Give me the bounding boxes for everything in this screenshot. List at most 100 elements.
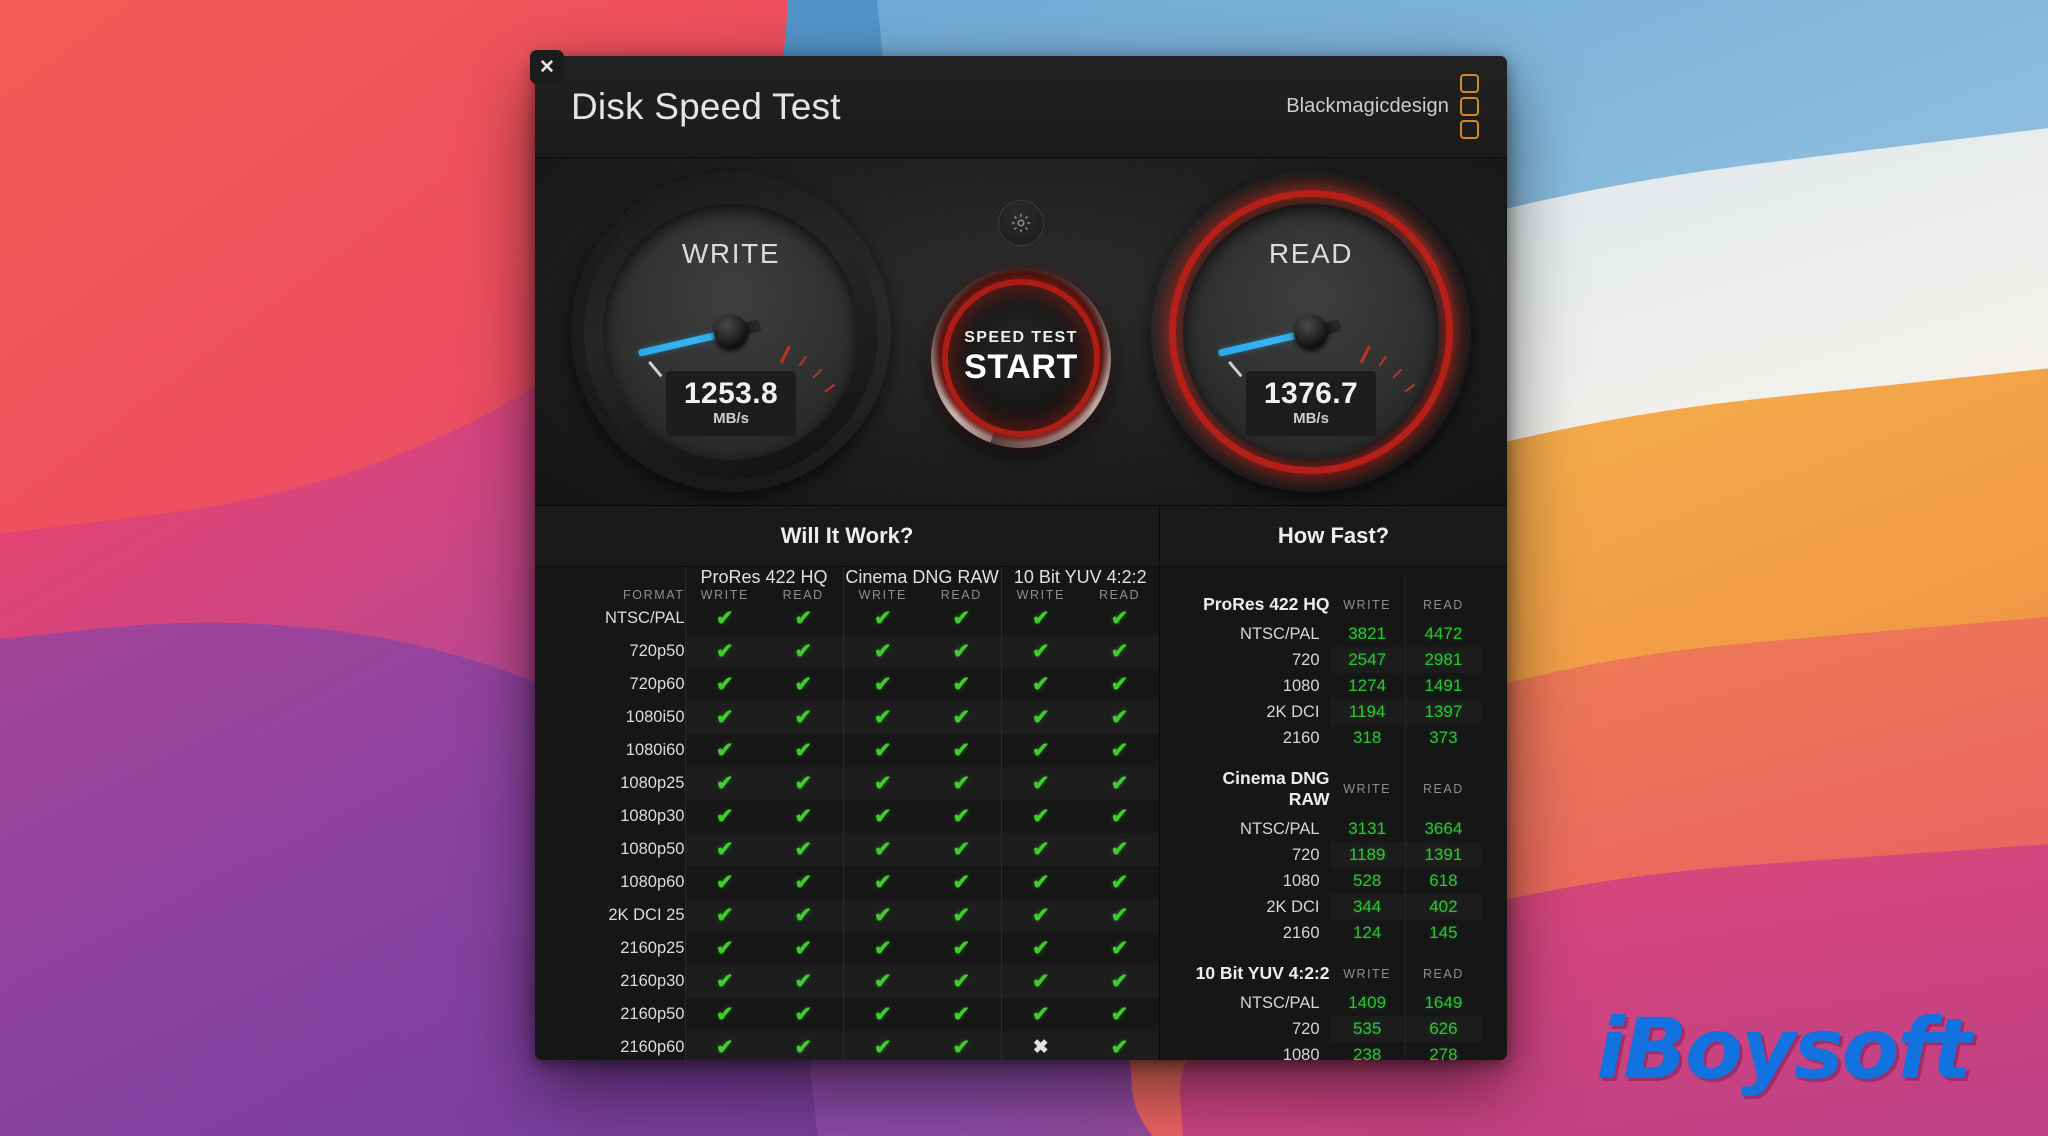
table-row: 2160p30 ✔ ✔ ✔ ✔ ✔ ✔ — [535, 965, 1159, 998]
check-glyph: ✔ — [794, 640, 813, 663]
write-unit: MB/s — [713, 410, 749, 427]
table-row: 720 535 626 — [1178, 1016, 1482, 1042]
start-button-face: SPEED TEST START — [942, 279, 1100, 437]
check-glyph: ✔ — [1110, 805, 1129, 828]
check-glyph: ✔ — [1031, 937, 1050, 960]
check-glyph: ✔ — [715, 871, 734, 894]
table-row: 2160 124 145 — [1178, 920, 1482, 946]
check-icon: ✔ — [684, 800, 764, 833]
check-icon: ✔ — [1000, 701, 1081, 734]
check-glyph: ✔ — [952, 1036, 971, 1059]
check-glyph: ✔ — [1110, 970, 1129, 993]
will-it-work-header: ProRes 422 HQ Cinema DNG RAW 10 Bit YUV … — [535, 567, 1160, 602]
write-speed-value: 1189 — [1330, 842, 1406, 868]
check-icon: ✔ — [922, 635, 1001, 668]
check-glyph: ✔ — [873, 739, 892, 762]
resolution-label: 1080 — [1282, 676, 1320, 695]
check-glyph: ✔ — [1110, 871, 1129, 894]
check-icon: ✔ — [764, 833, 843, 866]
check-icon: ✔ — [922, 602, 1001, 635]
check-icon: ✔ — [842, 965, 922, 998]
check-icon: ✔ — [1080, 701, 1159, 734]
resolution-label: NTSC/PAL — [1240, 624, 1320, 643]
table-row: 2160p60 ✔ ✔ ✔ ✔ ✖ ✔ — [535, 1031, 1159, 1060]
check-icon: ✔ — [842, 701, 922, 734]
table-row: 2160p50 ✔ ✔ ✔ ✔ ✔ ✔ — [535, 998, 1159, 1031]
speed-test-start-button[interactable]: SPEED TEST START — [931, 268, 1111, 448]
read-speed-value: 278 — [1404, 1042, 1482, 1060]
check-glyph: ✔ — [1031, 838, 1050, 861]
write-gauge-dial: WRITE 1253.8 MB/s — [603, 204, 859, 460]
check-icon: ✔ — [1080, 635, 1159, 668]
read-speed-value: 1397 — [1404, 699, 1482, 725]
check-icon: ✔ — [764, 899, 843, 932]
codec-name: ProRes 422 HQ — [1203, 594, 1330, 614]
check-glyph: ✔ — [873, 673, 892, 696]
will-it-work-table: ProRes 422 HQ Cinema DNG RAW 10 Bit YUV … — [535, 567, 1160, 1060]
check-glyph: ✔ — [873, 1036, 892, 1059]
table-row: 1080p30 ✔ ✔ ✔ ✔ ✔ ✔ — [535, 800, 1159, 833]
check-icon: ✔ — [764, 800, 843, 833]
codec-header: ProRes 422 HQ — [684, 567, 843, 588]
check-glyph: ✔ — [1031, 673, 1050, 696]
check-icon: ✔ — [922, 998, 1001, 1031]
check-icon: ✔ — [1080, 1031, 1159, 1060]
check-glyph: ✔ — [1031, 1003, 1050, 1026]
check-glyph: ✔ — [952, 1003, 971, 1026]
check-icon: ✔ — [922, 668, 1001, 701]
table-row: NTSC/PAL ✔ ✔ ✔ ✔ ✔ ✔ — [535, 602, 1159, 635]
read-speed-value: 3664 — [1404, 816, 1482, 842]
iboysoft-watermark: iBoysoft — [1596, 1000, 1972, 1098]
format-label: 1080p50 — [620, 840, 685, 858]
check-icon: ✔ — [1000, 932, 1081, 965]
check-glyph: ✔ — [715, 772, 734, 795]
check-icon: ✔ — [842, 800, 922, 833]
check-glyph: ✔ — [715, 1003, 734, 1026]
check-glyph: ✔ — [952, 607, 971, 630]
desktop-background: iBoysoft ✕ Disk Speed Test Blackmagicdes… — [0, 0, 2048, 1136]
check-icon: ✔ — [764, 1031, 843, 1060]
table-row: NTSC/PAL 3821 4472 — [1178, 621, 1482, 647]
write-speed-value: 124 — [1352, 923, 1382, 942]
check-glyph: ✔ — [715, 739, 734, 762]
read-value: 1376.7 — [1263, 377, 1359, 410]
check-glyph: ✔ — [1031, 805, 1050, 828]
check-icon: ✔ — [1000, 800, 1081, 833]
check-icon: ✔ — [1080, 965, 1159, 998]
resolution-label: 2K DCI — [1266, 897, 1320, 916]
format-label: 720p50 — [629, 642, 685, 660]
table-row: 1080p50 ✔ ✔ ✔ ✔ ✔ ✔ — [535, 833, 1159, 866]
resolution-label: 2K DCI — [1266, 702, 1320, 721]
table-row: 1080 1274 1491 — [1178, 673, 1482, 699]
read-speed-value: 373 — [1404, 725, 1482, 751]
write-speed-value: 344 — [1330, 894, 1406, 920]
resolution-label: 1080 — [1282, 871, 1320, 890]
check-icon: ✔ — [684, 932, 764, 965]
check-glyph: ✔ — [715, 904, 734, 927]
gear-icon[interactable] — [998, 200, 1044, 246]
check-glyph: ✔ — [1110, 772, 1129, 795]
read-gauge-dial: READ 1376.7 MB/s — [1183, 204, 1439, 460]
how-fast-table: Cinema DNG RAW WRITE READ NTSC/PAL 3131 3664 7… — [1178, 751, 1482, 946]
check-glyph: ✔ — [715, 1036, 734, 1059]
resolution-label: 720 — [1291, 1019, 1320, 1038]
check-icon: ✔ — [1000, 998, 1081, 1031]
read-readout: 1376.7 MB/s — [1245, 371, 1377, 436]
close-icon[interactable]: ✕ — [530, 50, 564, 84]
read-speed-value: 145 — [1404, 920, 1482, 946]
format-label: NTSC/PAL — [605, 609, 685, 627]
check-glyph: ✔ — [873, 904, 892, 927]
table-row: 2160 318 373 — [1178, 725, 1482, 751]
check-glyph: ✔ — [794, 871, 813, 894]
check-icon: ✔ — [1080, 800, 1159, 833]
check-glyph: ✔ — [1031, 706, 1050, 729]
how-fast-sections: ProRes 422 HQ WRITE READ NTSC/PAL 3821 4472 72… — [1160, 567, 1507, 1060]
format-label: 1080i50 — [625, 708, 685, 726]
check-glyph: ✔ — [794, 805, 813, 828]
check-icon: ✔ — [842, 602, 922, 635]
check-glyph: ✔ — [794, 739, 813, 762]
check-icon: ✔ — [684, 701, 764, 734]
read-speed-value: 618 — [1404, 868, 1482, 894]
brand-name: Blackmagicdesign — [1286, 95, 1449, 117]
blackmagic-mark-icon — [1460, 74, 1479, 139]
